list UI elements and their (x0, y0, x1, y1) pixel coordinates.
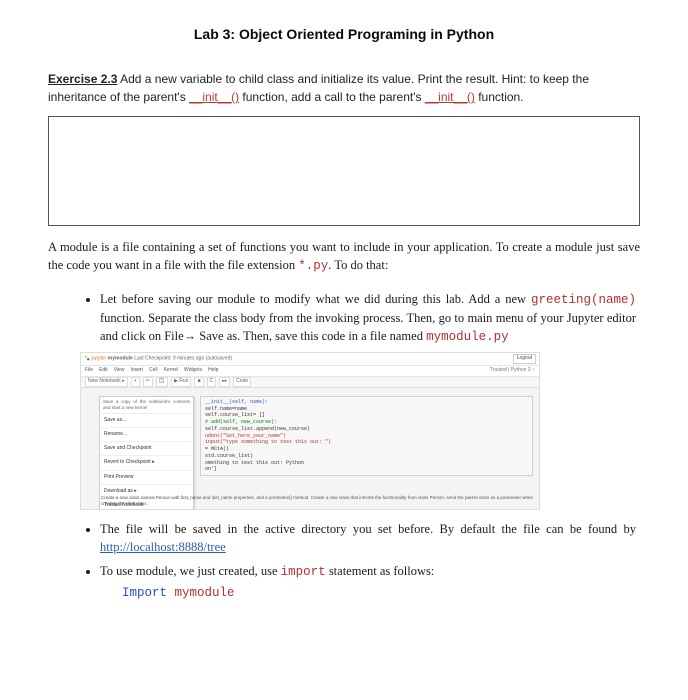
import-statement: Import mymodule (122, 583, 636, 602)
jupyter-checkpoint: Last Checkpoint: 9 minutes ago (autosave… (134, 355, 232, 361)
exercise-paragraph: Exercise 2.3 Add a new variable to child… (48, 70, 640, 106)
menu-kernel[interactable]: Kernel (164, 367, 178, 374)
toolbar-stop-icon[interactable]: ■ (194, 377, 203, 386)
bullet1-text-1: Let before saving our module to modify w… (100, 292, 531, 306)
dropdown-revert[interactable]: Revert to Checkpoint ▸ (100, 456, 193, 470)
jupyter-brand: jupyter mymodule Last Checkpoint: 9 minu… (84, 355, 232, 363)
toolbar-restart-icon[interactable]: C (207, 377, 217, 386)
logout-button[interactable]: Logout (513, 354, 536, 363)
code-line: on'] (205, 466, 528, 473)
toolbar-paste-icon[interactable]: 📋 (156, 377, 168, 386)
bullet1-text-3: Save as. Then, save this code in a file … (196, 329, 426, 343)
jupyter-screenshot: jupyter mymodule Last Checkpoint: 9 minu… (80, 352, 540, 510)
menu-help[interactable]: Help (208, 367, 218, 374)
list-item: The file will be saved in the active dir… (100, 520, 636, 556)
bullet3-text-2: statement as follows: (326, 564, 435, 578)
code-line: self.name=name (205, 406, 528, 413)
toolbar-celltype[interactable]: Code (233, 377, 251, 386)
localhost-link[interactable]: http://localhost:8888/tree (100, 540, 226, 554)
code-line: # add(self, new_course): (205, 419, 277, 425)
dropdown-rename[interactable]: Rename... (100, 428, 193, 442)
list-item: Let before saving our module to modify w… (100, 290, 636, 510)
import-keyword: import (281, 565, 326, 579)
code-line: = MCtA() (205, 446, 528, 453)
menu-edit[interactable]: Edit (99, 367, 108, 374)
exercise-label: Exercise 2.3 (48, 72, 117, 86)
jupyter-brand-text: jupyter (91, 355, 106, 361)
menu-cell[interactable]: Cell (149, 367, 158, 374)
module-paragraph: A module is a file containing a set of f… (48, 238, 640, 275)
dropdown-save-as[interactable]: Save as... (100, 414, 193, 428)
init-function-ref-2: __init__() (425, 90, 475, 104)
code-line: input("type something to test this out: … (205, 439, 331, 445)
code-line: std.course_list) (205, 453, 528, 460)
kernel-status: Trusted | Python 3 ○ (490, 367, 535, 374)
menu-widgets[interactable]: Widgets (184, 367, 202, 374)
file-extension: *.py (298, 259, 328, 273)
list-item: To use module, we just created, use impo… (100, 562, 636, 602)
bullet2-text: The file will be saved in the active dir… (100, 522, 636, 536)
toolbar-new[interactable]: New Notebook ▸ (85, 377, 128, 386)
import-module: mymodule (167, 586, 235, 600)
module-filename: mymodule.py (426, 330, 509, 344)
jupyter-header: jupyter mymodule Last Checkpoint: 9 minu… (81, 353, 539, 366)
instruction-list: Let before saving our module to modify w… (48, 290, 640, 603)
toolbar-run[interactable]: ▶ Run (171, 377, 191, 386)
menu-file[interactable]: File (85, 367, 93, 374)
code-cell: __init__(self, name): self.name=name sel… (200, 396, 533, 476)
toolbar-ff-icon[interactable]: ▸▸ (219, 377, 230, 386)
toolbar-cut-icon[interactable]: ✂ (143, 377, 153, 386)
code-line: self.course_list= [] (205, 412, 528, 419)
jupyter-toolbar: New Notebook ▸ + ✂ 📋 ▶ Run ■ C ▸▸ Code (81, 377, 539, 388)
jupyter-body: Save a copy of the notebook's contents a… (81, 388, 539, 509)
code-line: __init__(self, name): (205, 399, 268, 405)
greeting-function: greeting(name) (531, 293, 636, 307)
file-dropdown: Save a copy of the notebook's contents a… (99, 396, 194, 510)
arrow-icon: → (184, 329, 197, 343)
bullet3-text-1: To use module, we just created, use (100, 564, 281, 578)
exercise-text-3: function. (475, 90, 524, 104)
dropdown-print-preview[interactable]: Print Preview (100, 471, 193, 485)
init-function-ref-1: __init__() (189, 90, 239, 104)
screenshot-caption: Create a new class named Person with fir… (101, 495, 533, 506)
dropdown-header: Save a copy of the notebook's contents a… (100, 397, 193, 414)
exercise-text-2: function, add a call to the parent's (239, 90, 425, 104)
code-line: omething to test this out: Python (205, 460, 528, 467)
jupyter-logo-icon (84, 355, 90, 361)
answer-box (48, 116, 640, 226)
jupyter-menubar: File Edit View Insert Cell Kernel Widget… (81, 366, 539, 377)
code-line: self.course_list.append(new_course) (205, 426, 528, 433)
import-kw: Import (122, 586, 167, 600)
jupyter-doc-name: mymodule (106, 355, 132, 361)
menu-view[interactable]: View (114, 367, 125, 374)
code-line: udent("Set_here_your_name") (205, 433, 286, 439)
module-text-2: . To do that: (328, 258, 388, 272)
menu-insert[interactable]: Insert (130, 367, 143, 374)
dropdown-save-checkpoint[interactable]: Save and Checkpoint (100, 442, 193, 456)
page-title: Lab 3: Object Oriented Programing in Pyt… (48, 24, 640, 44)
toolbar-add-icon[interactable]: + (131, 377, 140, 386)
